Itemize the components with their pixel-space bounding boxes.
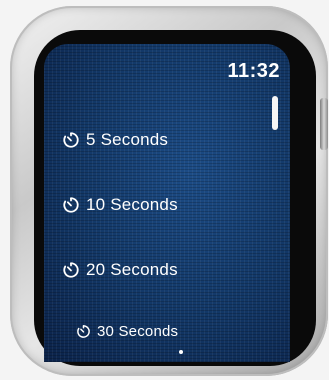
timer-option-label: 20 Seconds <box>86 260 178 279</box>
page-indicator-dot <box>179 350 183 354</box>
timer-option-label: 10 Seconds <box>86 195 178 214</box>
timer-option-5-seconds[interactable]: 5 Seconds <box>62 130 168 150</box>
timer-option-label: 5 Seconds <box>86 130 169 149</box>
digital-crown[interactable] <box>320 98 328 150</box>
timer-icon <box>63 262 79 278</box>
watch-screen: 11:32 5 Seconds 10 Seconds 20 Seconds 30… <box>44 44 290 362</box>
timer-icon <box>63 197 79 213</box>
timer-option-20-seconds[interactable]: 20 Seconds <box>62 260 178 280</box>
timer-icon <box>77 325 90 338</box>
timer-option-list: 5 Seconds 10 Seconds 20 Seconds 30 Secon… <box>44 44 290 362</box>
timer-option-30-seconds[interactable]: 30 Seconds <box>76 323 178 340</box>
timer-icon <box>63 132 79 148</box>
watch-photo: 11:32 5 Seconds 10 Seconds 20 Seconds 30… <box>0 0 329 380</box>
timer-option-label: 30 Seconds <box>97 323 179 340</box>
timer-option-10-seconds[interactable]: 10 Seconds <box>62 195 178 215</box>
